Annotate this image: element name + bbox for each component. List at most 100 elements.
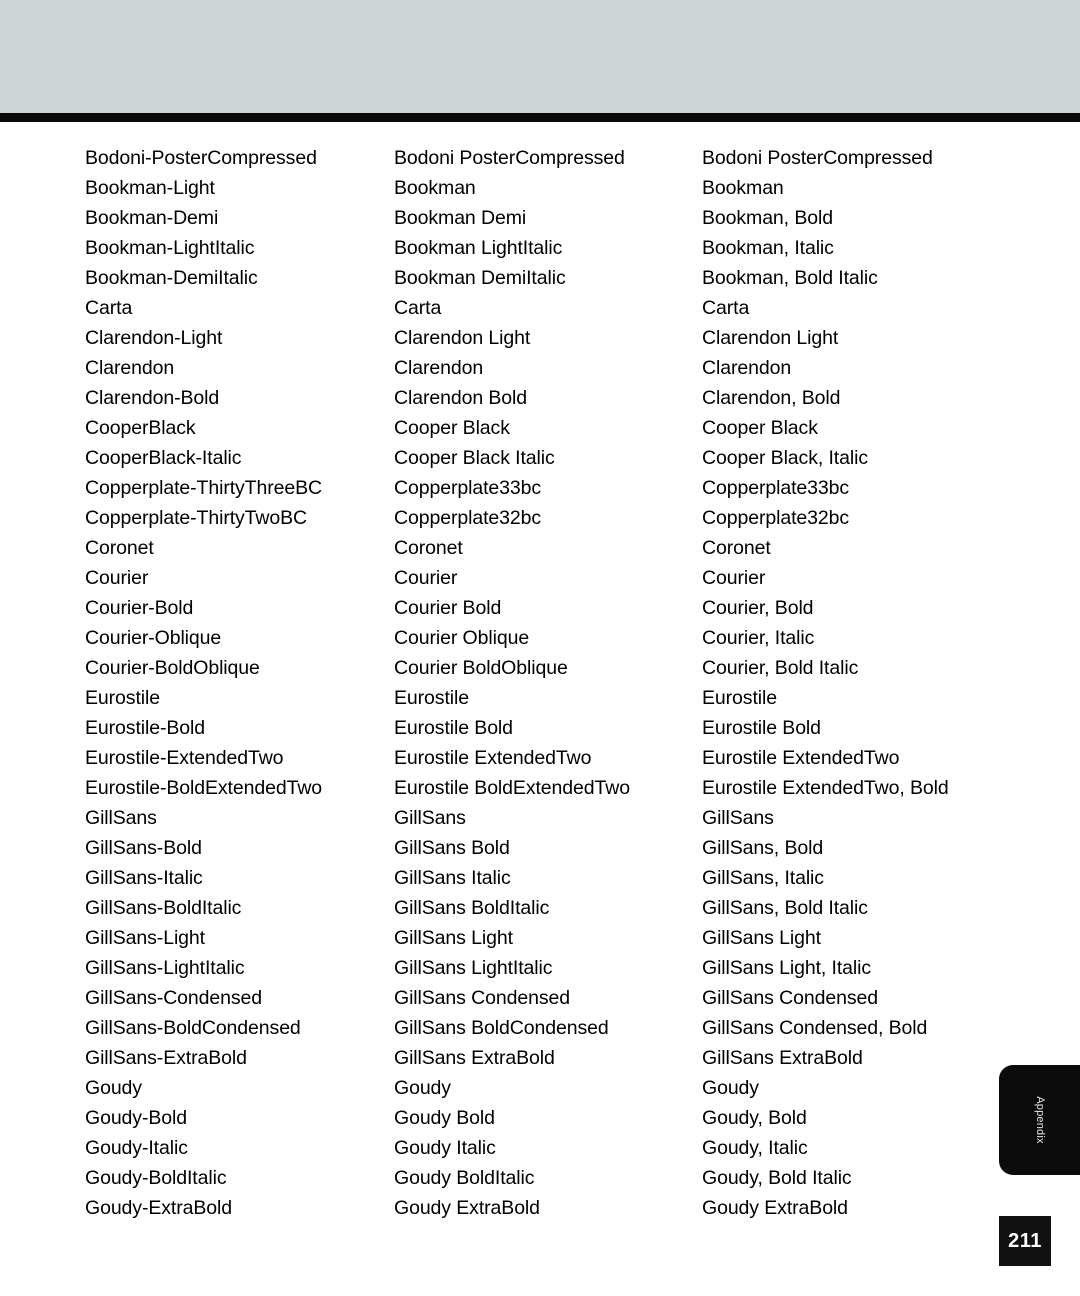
font-name-cell: GillSans Light, Italic [702, 957, 872, 979]
font-name-cell: Bodoni PosterCompressed [394, 147, 625, 169]
font-name-cell: Goudy-BoldItalic [85, 1167, 227, 1189]
font-name-cell: GillSans-BoldItalic [85, 897, 242, 919]
font-name-cell: Bookman-LightItalic [85, 237, 255, 259]
font-name-cell: Copperplate-ThirtyTwoBC [85, 507, 308, 529]
font-name-cell: Eurostile Bold [394, 717, 513, 739]
font-name-cell: Clarendon Light [394, 327, 531, 349]
font-name-cell: GillSans-Condensed [85, 987, 263, 1009]
font-name-cell: Courier [394, 567, 458, 589]
font-name-cell: GillSans ExtraBold [394, 1047, 555, 1069]
font-name-cell: Goudy [394, 1077, 451, 1099]
font-name-cell: GillSans Light [394, 927, 513, 949]
font-name-cell: Courier-Bold [85, 597, 194, 619]
font-name-cell: Bookman [702, 177, 784, 199]
font-name-cell: Bookman, Bold [702, 207, 833, 229]
font-name-cell: Coronet [702, 537, 771, 559]
font-name-cell: Bookman LightItalic [394, 237, 563, 259]
font-name-cell: Eurostile ExtendedTwo [394, 747, 592, 769]
font-name-cell: GillSans-BoldCondensed [85, 1017, 301, 1039]
font-name-cell: Bodoni-PosterCompressed [85, 147, 317, 169]
font-name-cell: Cooper Black Italic [394, 447, 555, 469]
appendix-side-tab: Appendix [999, 1065, 1080, 1175]
font-name-cell: Eurostile [85, 687, 160, 709]
font-name-cell: GillSans ExtraBold [702, 1047, 863, 1069]
font-name-cell: Eurostile-Bold [85, 717, 205, 739]
font-name-cell: Goudy-ExtraBold [85, 1197, 232, 1219]
font-name-cell: GillSans [85, 807, 157, 829]
font-name-cell: Goudy, Italic [702, 1137, 808, 1159]
font-name-cell: Bodoni PosterCompressed [702, 147, 933, 169]
font-name-cell: GillSans LightItalic [394, 957, 553, 979]
font-name-cell: Goudy Bold [394, 1107, 495, 1129]
font-name-cell: GillSans, Bold [702, 837, 824, 859]
font-name-cell: Goudy, Bold [702, 1107, 807, 1129]
font-name-cell: Goudy-Italic [85, 1137, 188, 1159]
font-name-cell: Bookman-Demi [85, 207, 219, 229]
font-name-cell: GillSans-Italic [85, 867, 203, 889]
font-name-cell: Courier, Italic [702, 627, 815, 649]
font-name-cell: GillSans [394, 807, 466, 829]
font-name-cell: Copperplate33bc [702, 477, 850, 499]
font-name-cell: Courier-BoldOblique [85, 657, 260, 679]
font-name-cell: Coronet [85, 537, 154, 559]
font-name-cell: Goudy [702, 1077, 759, 1099]
font-name-cell: GillSans [702, 807, 774, 829]
font-name-cell: Bookman [394, 177, 476, 199]
font-name-cell: Courier, Bold Italic [702, 657, 859, 679]
font-name-cell: Eurostile BoldExtendedTwo [394, 777, 630, 799]
font-name-cell: Goudy ExtraBold [702, 1197, 848, 1219]
page-header-band [0, 0, 1080, 113]
font-name-cell: GillSans-Bold [85, 837, 202, 859]
font-name-cell: Clarendon, Bold [702, 387, 841, 409]
font-name-cell: CooperBlack-Italic [85, 447, 242, 469]
font-name-cell: Copperplate32bc [394, 507, 542, 529]
font-name-cell: Carta [394, 297, 442, 319]
font-name-cell: GillSans Condensed [394, 987, 570, 1009]
font-name-cell: Cooper Black [702, 417, 818, 439]
font-name-cell: Clarendon [702, 357, 792, 379]
font-name-cell: Clarendon [394, 357, 484, 379]
font-name-cell: GillSans Italic [394, 867, 511, 889]
font-name-cell: Goudy-Bold [85, 1107, 187, 1129]
font-name-cell: Copperplate-ThirtyThreeBC [85, 477, 323, 499]
font-name-cell: Carta [702, 297, 750, 319]
page-header-rule [0, 113, 1080, 122]
font-name-cell: Bookman, Bold Italic [702, 267, 878, 289]
font-name-cell: Copperplate32bc [702, 507, 850, 529]
font-name-cell: Courier-Oblique [85, 627, 222, 649]
font-name-cell: Goudy Italic [394, 1137, 496, 1159]
font-name-cell: Eurostile Bold [702, 717, 821, 739]
font-name-cell: Clarendon Light [702, 327, 839, 349]
font-name-cell: Eurostile ExtendedTwo, Bold [702, 777, 949, 799]
font-name-cell: Clarendon-Bold [85, 387, 220, 409]
font-name-cell: Bookman-DemiItalic [85, 267, 258, 289]
font-name-cell: Eurostile [702, 687, 777, 709]
font-name-cell: Clarendon-Light [85, 327, 223, 349]
font-name-cell: Goudy [85, 1077, 142, 1099]
font-name-cell: GillSans, Italic [702, 867, 824, 889]
font-name-cell: Copperplate33bc [394, 477, 542, 499]
font-name-cell: GillSans Bold [394, 837, 510, 859]
font-name-cell: Cooper Black [394, 417, 510, 439]
font-name-cell: Clarendon Bold [394, 387, 528, 409]
font-name-cell: Bookman Demi [394, 207, 527, 229]
font-name-table: Bodoni-PosterCompressed Bodoni PosterComp… [85, 143, 1005, 1223]
font-name-cell: GillSans, Bold Italic [702, 897, 868, 919]
font-name-cell: Eurostile-BoldExtendedTwo [85, 777, 323, 799]
font-name-cell: Coronet [394, 537, 463, 559]
font-name-cell: Goudy, Bold Italic [702, 1167, 852, 1189]
font-name-cell: Courier BoldOblique [394, 657, 568, 679]
font-name-cell: GillSans BoldItalic [394, 897, 550, 919]
font-name-cell: Eurostile ExtendedTwo [702, 747, 900, 769]
font-name-cell: GillSans-Light [85, 927, 205, 949]
font-name-cell: Bookman, Italic [702, 237, 834, 259]
font-name-cell: GillSans-ExtraBold [85, 1047, 247, 1069]
font-name-cell: GillSans BoldCondensed [394, 1017, 609, 1039]
font-name-cell: Cooper Black, Italic [702, 447, 868, 469]
font-name-cell: GillSans Condensed [702, 987, 878, 1009]
font-name-cell: GillSans Light [702, 927, 821, 949]
page-number-badge: 211 [999, 1216, 1051, 1266]
font-name-cell: Clarendon [85, 357, 175, 379]
font-name-cell: Courier Bold [394, 597, 502, 619]
font-name-cell: CooperBlack [85, 417, 196, 439]
